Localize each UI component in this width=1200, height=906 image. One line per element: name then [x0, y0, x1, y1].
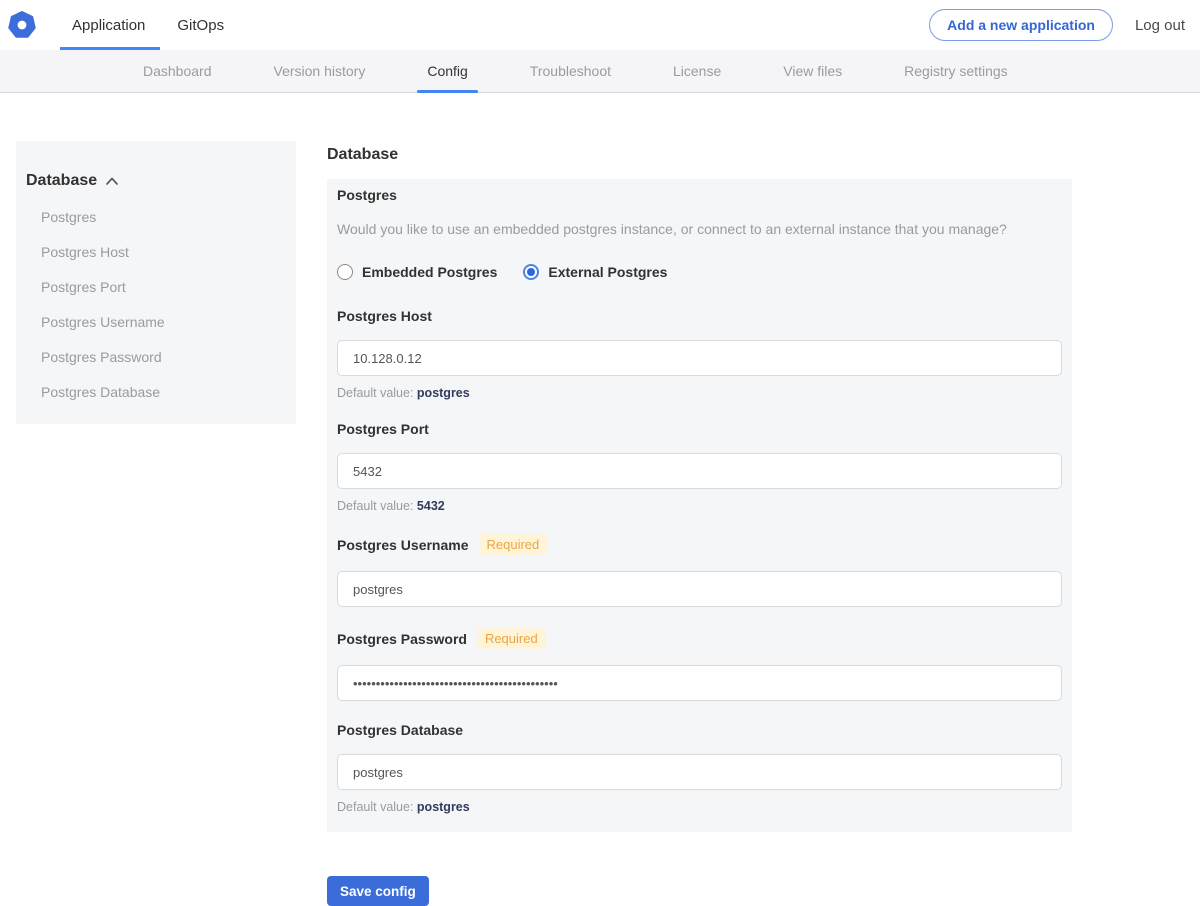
- radio-circle-icon[interactable]: [337, 264, 353, 280]
- subnav-config[interactable]: Config: [417, 50, 479, 93]
- radio-embedded-postgres[interactable]: Embedded Postgres: [337, 264, 497, 280]
- default-value: postgres: [416, 386, 470, 400]
- field-label-postgres-host: Postgres Host: [337, 308, 1062, 324]
- required-badge: Required: [476, 628, 546, 649]
- subnav-license[interactable]: License: [673, 50, 721, 92]
- postgres-host-input[interactable]: [337, 340, 1062, 376]
- field-label-text: Postgres Username: [337, 536, 469, 553]
- postgres-password-input[interactable]: [337, 665, 1062, 701]
- top-header: Application GitOps Add a new application…: [0, 0, 1200, 50]
- subnav-dashboard[interactable]: Dashboard: [143, 50, 212, 92]
- tab-application[interactable]: Application: [59, 0, 161, 50]
- postgres-username-input[interactable]: [337, 571, 1062, 607]
- group-label-postgres: Postgres: [337, 187, 397, 203]
- field-label-postgres-port: Postgres Port: [337, 421, 1062, 437]
- sidebar-item-postgres-host[interactable]: Postgres Host: [41, 244, 286, 260]
- field-label-text: Postgres Database: [337, 722, 464, 738]
- default-value-line: Default value: postgres: [337, 386, 1062, 400]
- radio-external-postgres[interactable]: External Postgres: [523, 264, 667, 280]
- sidebar-item-postgres-database[interactable]: Postgres Database: [41, 384, 286, 400]
- group-description: Would you like to use an embedded postgr…: [337, 221, 1007, 237]
- app-subnav: Dashboard Version history Config Trouble…: [0, 50, 1200, 93]
- default-prefix: Default value:: [337, 800, 414, 814]
- sidebar-group-database[interactable]: Database: [26, 172, 286, 190]
- field-label-text: Postgres Password: [337, 630, 467, 647]
- required-badge: Required: [478, 534, 548, 555]
- radio-label: External Postgres: [548, 264, 668, 280]
- add-application-button[interactable]: Add a new application: [929, 9, 1113, 41]
- logout-button[interactable]: Log out: [1135, 17, 1185, 34]
- config-group-panel: Postgres Would you like to use an embedd…: [327, 179, 1072, 832]
- field-label-postgres-password: Postgres Password Required: [337, 628, 1062, 649]
- field-label-text: Postgres Port: [337, 421, 429, 437]
- field-label-postgres-username: Postgres Username Required: [337, 534, 1062, 555]
- default-value-line: Default value: 5432: [337, 499, 1062, 513]
- sidebar-item-postgres[interactable]: Postgres: [41, 209, 286, 225]
- default-value-line: Default value: postgres: [337, 800, 1062, 814]
- field-label-text: Postgres Host: [337, 308, 432, 324]
- subnav-registry-settings[interactable]: Registry settings: [904, 50, 1007, 92]
- postgres-port-input[interactable]: [337, 453, 1062, 489]
- config-sidebar: Database Postgres Postgres Host Postgres…: [16, 141, 296, 424]
- sidebar-group-label: Database: [26, 172, 98, 189]
- field-label-postgres-database: Postgres Database: [337, 722, 1062, 738]
- default-prefix: Default value:: [337, 499, 414, 513]
- subnav-version-history[interactable]: Version history: [274, 50, 366, 92]
- subnav-view-files[interactable]: View files: [783, 50, 842, 92]
- subnav-troubleshoot[interactable]: Troubleshoot: [530, 50, 611, 92]
- sidebar-item-postgres-username[interactable]: Postgres Username: [41, 314, 286, 330]
- postgres-type-radio-group: Embedded Postgres External Postgres: [337, 264, 1062, 280]
- chevron-up-icon: [106, 177, 118, 185]
- save-config-button[interactable]: Save config: [327, 876, 429, 906]
- content-area: Database Postgres Postgres Host Postgres…: [0, 93, 1200, 906]
- sidebar-item-postgres-password[interactable]: Postgres Password: [41, 349, 286, 365]
- tab-gitops[interactable]: GitOps: [177, 0, 224, 50]
- page-title: Database: [327, 146, 399, 163]
- default-value: postgres: [416, 800, 470, 814]
- default-value: 5432: [416, 499, 445, 513]
- sidebar-item-postgres-port[interactable]: Postgres Port: [41, 279, 286, 295]
- radio-circle-checked-icon[interactable]: [523, 264, 540, 280]
- default-prefix: Default value:: [337, 386, 414, 400]
- postgres-database-input[interactable]: [337, 754, 1062, 790]
- radio-label: Embedded Postgres: [362, 264, 498, 280]
- kots-logo-icon: [8, 11, 36, 38]
- config-main: Database Postgres Would you like to use …: [327, 141, 1072, 906]
